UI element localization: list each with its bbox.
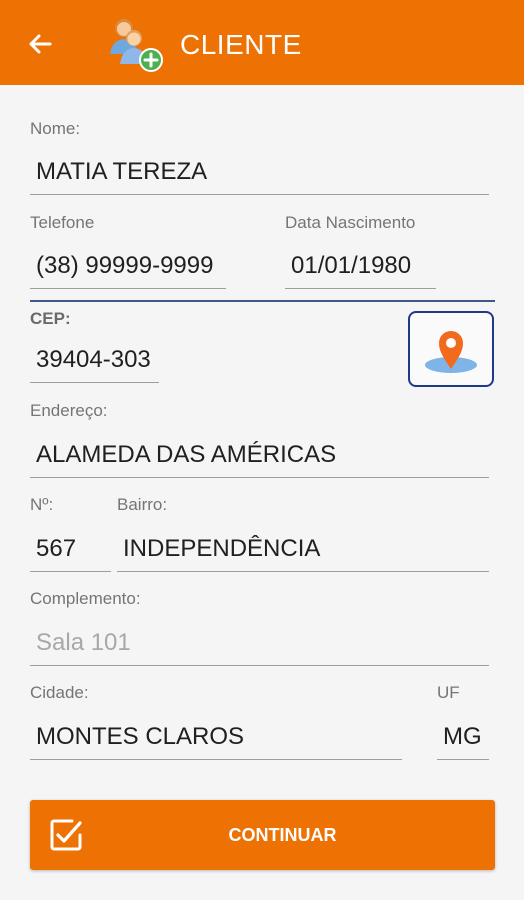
map-location-button[interactable]	[408, 311, 494, 387]
continue-label: CONTINUAR	[228, 825, 337, 845]
cep-field[interactable]	[30, 343, 159, 383]
bairro-label: Bairro:	[117, 495, 168, 514]
data-nascimento-label: Data Nascimento	[285, 213, 416, 232]
section-divider	[30, 300, 495, 302]
page-title: CLIENTE	[180, 29, 302, 60]
app-bar: CLIENTE	[0, 0, 524, 85]
endereco-label: Endereço:	[30, 401, 108, 420]
add-client-icon	[110, 19, 163, 72]
telefone-field[interactable]	[30, 249, 226, 289]
data-nascimento-field[interactable]	[285, 249, 436, 289]
bairro-field[interactable]	[117, 532, 489, 572]
endereco-field[interactable]	[30, 438, 489, 478]
nome-label: Nome:	[30, 119, 81, 138]
back-button[interactable]	[22, 26, 58, 62]
numero-field[interactable]	[30, 532, 111, 572]
complemento-label: Complemento:	[30, 589, 141, 608]
uf-label: UF	[437, 683, 460, 702]
telefone-label: Telefone	[30, 213, 95, 232]
uf-field[interactable]	[437, 720, 489, 760]
cep-label: CEP:	[30, 309, 71, 328]
continue-button[interactable]: CONTINUAR	[30, 800, 495, 870]
cidade-field[interactable]	[30, 720, 402, 760]
nome-field[interactable]	[30, 155, 489, 195]
cidade-label: Cidade:	[30, 683, 89, 702]
complemento-field[interactable]	[30, 626, 489, 666]
arrow-left-icon	[29, 34, 52, 54]
numero-label: Nº:	[30, 495, 54, 514]
map-pin-icon	[425, 331, 477, 373]
